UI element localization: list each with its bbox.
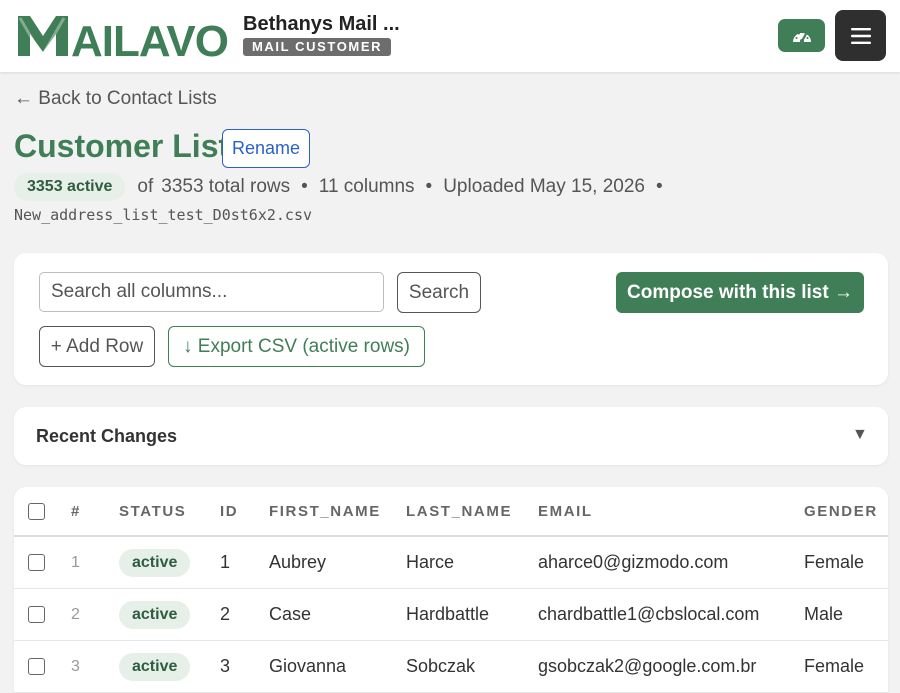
first-name-cell[interactable]: Giovanna — [269, 641, 346, 692]
meta-separator: • — [301, 176, 308, 197]
status-badge[interactable]: active — [119, 652, 191, 681]
row-number: 1 — [71, 553, 80, 571]
table-row[interactable]: 2 active 2 Case Hardbattle chardbattle1@… — [14, 589, 888, 641]
row-select-cell — [28, 537, 45, 588]
id-cell[interactable]: 1 — [220, 537, 230, 588]
meta-separator: • — [425, 176, 433, 197]
dashboard-button[interactable] — [778, 19, 825, 52]
list-meta: 3353 active of 3353 total rows • 11 colu… — [14, 172, 674, 202]
active-count-badge: 3353 active — [14, 173, 126, 201]
select-all-checkbox[interactable] — [28, 502, 45, 520]
gauge-icon — [792, 32, 811, 43]
select-all-cell — [28, 487, 45, 535]
back-to-contact-lists-link[interactable]: ← Back to Contact Lists — [14, 88, 217, 110]
header-email[interactable]: EMAIL — [538, 487, 593, 535]
of-text: of — [137, 176, 154, 197]
last-name-cell[interactable]: Sobczak — [406, 641, 475, 692]
page-title: Customer List — [14, 128, 230, 164]
row-number: 3 — [71, 657, 80, 675]
add-row-button[interactable]: + Add Row — [39, 326, 155, 367]
table-row[interactable]: 1 active 1 Aubrey Harce aharce0@gizmodo.… — [14, 537, 888, 589]
search-input[interactable] — [39, 272, 384, 312]
menu-button[interactable] — [835, 10, 886, 61]
email-cell[interactable]: gsobczak2@google.com.br — [538, 641, 756, 692]
status-cell: active — [119, 537, 191, 588]
gender-cell[interactable]: Female — [804, 537, 864, 588]
gender-cell[interactable]: Female — [804, 641, 864, 692]
compose-with-list-button[interactable]: Compose with this list → — [616, 272, 864, 313]
search-button[interactable]: Search — [397, 272, 481, 313]
mailavo-logo[interactable]: AILAVO — [16, 12, 232, 58]
row-checkbox[interactable] — [28, 658, 45, 675]
status-badge[interactable]: active — [119, 548, 191, 577]
table-header-row: # STATUS ID FIRST_NAME LAST_NAME EMAIL G… — [14, 487, 888, 537]
header-first-name[interactable]: FIRST_NAME — [269, 487, 381, 535]
row-checkbox[interactable] — [28, 606, 45, 623]
row-checkbox[interactable] — [28, 554, 45, 571]
header-gender[interactable]: GENDER — [804, 487, 878, 535]
account-role-badge: MAIL CUSTOMER — [243, 38, 392, 56]
id-cell[interactable]: 3 — [220, 641, 230, 692]
source-filename: New_address_list_test_D0st6x2.csv — [14, 206, 313, 224]
table-row[interactable]: 3 active 3 Giovanna Sobczak gsobczak2@go… — [14, 641, 888, 693]
column-count: 11 columns — [318, 176, 415, 197]
header-status[interactable]: STATUS — [119, 487, 186, 535]
first-name-cell[interactable]: Aubrey — [269, 537, 326, 588]
hamburger-menu-icon — [850, 27, 871, 44]
row-select-cell — [28, 589, 45, 640]
top-bar: AILAVO Bethanys Mail ... MAIL CUSTOMER — [0, 0, 900, 72]
header-last-name[interactable]: LAST_NAME — [406, 487, 512, 535]
meta-separator: • — [655, 176, 663, 197]
svg-text:AILAVO: AILAVO — [71, 17, 228, 58]
upload-date: Uploaded May 15, 2026 — [443, 176, 645, 197]
header-id[interactable]: ID — [220, 487, 238, 535]
list-tools-panel: Search Compose with this list → + Add Ro… — [14, 253, 888, 385]
last-name-cell[interactable]: Harce — [406, 537, 454, 588]
email-cell[interactable]: aharce0@gizmodo.com — [538, 537, 728, 588]
status-cell: active — [119, 641, 191, 692]
recent-changes-panel[interactable]: Recent Changes ▼ — [14, 407, 888, 465]
export-csv-button[interactable]: ↓ Export CSV (active rows) — [168, 326, 425, 367]
row-select-cell — [28, 641, 45, 692]
account-name: Bethanys Mail ... — [243, 13, 400, 35]
recent-changes-title: Recent Changes — [36, 426, 178, 446]
total-rows: 3353 total rows — [161, 176, 291, 197]
expand-toggle-icon[interactable]: ▼ — [852, 426, 868, 444]
header-num: # — [71, 502, 81, 520]
first-name-cell[interactable]: Case — [269, 589, 311, 640]
contacts-table: # STATUS ID FIRST_NAME LAST_NAME EMAIL G… — [14, 487, 888, 693]
status-badge[interactable]: active — [119, 600, 191, 629]
id-cell[interactable]: 2 — [220, 589, 230, 640]
last-name-cell[interactable]: Hardbattle — [406, 589, 489, 640]
gender-cell[interactable]: Male — [804, 589, 843, 640]
email-cell[interactable]: chardbattle1@cbslocal.com — [538, 589, 759, 640]
status-cell: active — [119, 589, 191, 640]
row-number: 2 — [71, 605, 80, 623]
rename-button[interactable]: Rename — [222, 129, 310, 168]
